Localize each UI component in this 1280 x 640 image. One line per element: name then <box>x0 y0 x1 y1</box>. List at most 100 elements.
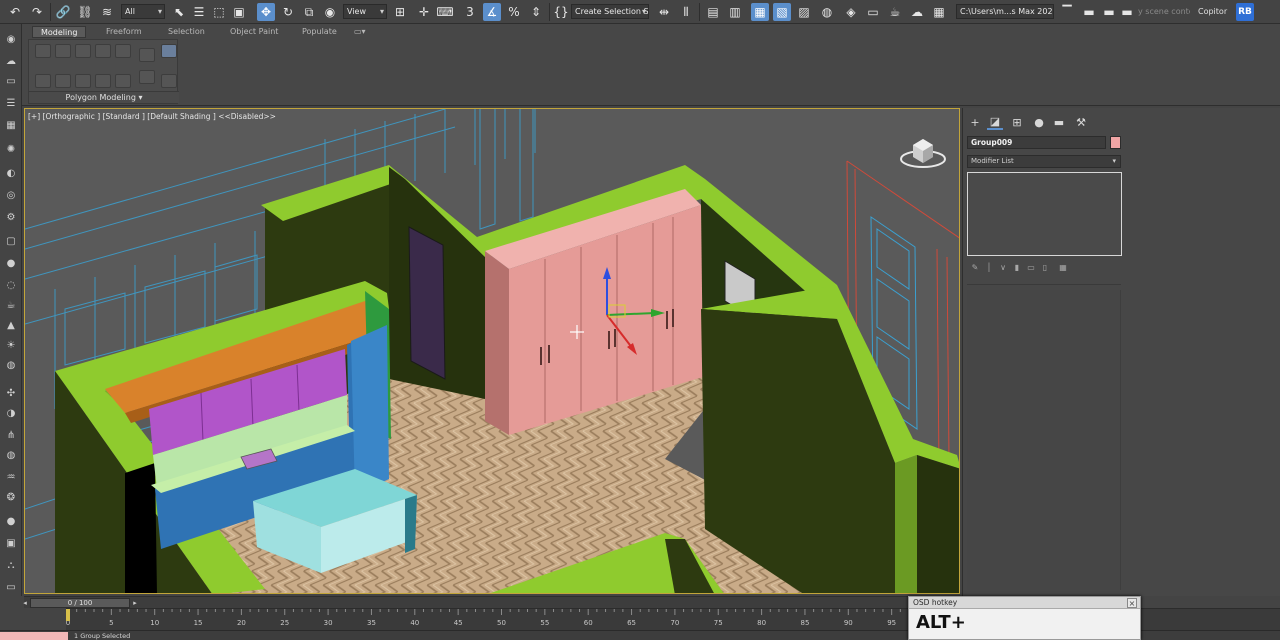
light-icon[interactable]: ✺ <box>3 142 19 156</box>
quickslice-button[interactable] <box>161 74 177 88</box>
wheel-icon[interactable]: ❂ <box>3 490 19 504</box>
workspace-icon-1[interactable]: ▬ <box>1080 3 1098 21</box>
keyboard-shortcut-override-icon[interactable]: ⌨ <box>436 3 454 21</box>
undo-icon[interactable]: ↶ <box>6 3 24 21</box>
ribbon-options-icon[interactable]: ▭▾ <box>346 26 374 38</box>
link-icon[interactable]: 🔗 <box>54 3 72 21</box>
reference-coordinate-dropdown[interactable]: View <box>343 4 387 19</box>
modify-tab-icon[interactable]: ◪ <box>987 114 1003 130</box>
named-selection-sets-dropdown[interactable]: Create Selection Se <box>571 4 649 19</box>
spinner-snap-icon[interactable]: ⇕ <box>527 3 545 21</box>
project-folder-icon[interactable]: ▔ <box>1058 3 1076 21</box>
viewport-label[interactable]: [+] [Orthographic ] [Standard ] [Default… <box>28 112 276 121</box>
orb-icon[interactable]: ● <box>3 514 19 528</box>
rollout-area[interactable] <box>967 290 1121 590</box>
camera-icon[interactable]: ◐ <box>3 166 19 180</box>
slider-prev-icon[interactable]: ◂ <box>20 598 30 608</box>
schematic-view-icon[interactable]: ▨ <box>795 3 813 21</box>
grid-icon[interactable]: ▦ <box>3 118 19 132</box>
remove-modifier-icon[interactable]: ▮ <box>1011 261 1023 273</box>
collapse-stack-button[interactable] <box>95 74 111 88</box>
window-crossing-icon[interactable]: ▣ <box>230 3 248 21</box>
show-end-result-icon[interactable]: │ <box>983 261 995 273</box>
eye-icon[interactable]: ◉ <box>3 32 19 46</box>
user-name[interactable]: Copitor <box>1198 4 1228 19</box>
render-production-icon[interactable]: ☕ <box>886 3 904 21</box>
cloud-icon[interactable]: ☁ <box>3 54 19 68</box>
user-avatar[interactable]: RB <box>1236 3 1254 21</box>
shape-icon[interactable]: ♒ <box>3 470 19 484</box>
next-modifier-button[interactable] <box>55 74 71 88</box>
hierarchy-tab-icon[interactable]: ⊞ <box>1009 114 1025 130</box>
element-button[interactable] <box>139 48 155 62</box>
box-icon[interactable]: ▢ <box>3 234 19 248</box>
toggle-ribbon-icon[interactable]: ▦ <box>751 3 769 21</box>
teapot-icon[interactable]: ☕ <box>3 298 19 312</box>
utilities-tab-icon[interactable]: ⚒ <box>1073 114 1089 130</box>
align-icon[interactable]: ⫴ <box>677 3 695 21</box>
snaps-toggle-icon[interactable]: 3 <box>461 3 479 21</box>
time-slider[interactable]: 0 / 100 <box>30 598 130 608</box>
a360-gallery-icon[interactable]: ▦ <box>930 3 948 21</box>
workspace-icon-2[interactable]: ▬ <box>1100 3 1118 21</box>
select-by-name-icon[interactable]: ☰ <box>190 3 208 21</box>
particle-icon[interactable]: ✣ <box>3 386 19 400</box>
select-and-move-icon[interactable]: ✥ <box>257 3 275 21</box>
render-in-cloud-icon[interactable]: ☁ <box>908 3 926 21</box>
previous-modifier-button[interactable] <box>35 74 51 88</box>
create-tab-icon[interactable]: + <box>967 114 983 130</box>
tab-object-paint[interactable]: Object Paint <box>222 26 286 38</box>
modifier-stack[interactable] <box>967 172 1122 256</box>
rendered-frame-window-icon[interactable]: ▭ <box>864 3 882 21</box>
viewcube-icon[interactable] <box>897 131 949 171</box>
globe-icon[interactable]: ◍ <box>3 448 19 462</box>
select-and-place-icon[interactable]: ◉ <box>321 3 339 21</box>
edge-button[interactable] <box>75 44 91 58</box>
object-name-field[interactable]: Group009 <box>967 136 1106 149</box>
make-unique-icon[interactable]: ∨ <box>997 261 1009 273</box>
mirror-icon[interactable]: ⇹ <box>655 3 673 21</box>
curve-editor-icon[interactable]: ▧ <box>773 3 791 21</box>
select-and-rotate-icon[interactable]: ↻ <box>279 3 297 21</box>
percent-snap-icon[interactable]: % <box>505 3 523 21</box>
toggle-end-result-button[interactable] <box>115 74 131 88</box>
torus-icon[interactable]: ◌ <box>3 278 19 292</box>
vertex-button[interactable] <box>55 44 71 58</box>
bind-spacewarp-icon[interactable]: ≋ <box>98 3 116 21</box>
maxscript-listener-swatch[interactable] <box>0 632 68 640</box>
rectangle-selection-icon[interactable]: ⬚ <box>210 3 228 21</box>
display-tab-icon[interactable]: ▬ <box>1051 114 1067 130</box>
tab-modeling[interactable]: Modeling <box>32 26 87 38</box>
select-and-scale-icon[interactable]: ⧉ <box>300 3 318 21</box>
panel-label[interactable]: Polygon Modeling ▾ <box>29 91 179 103</box>
display-icon[interactable]: ▭ <box>3 74 19 88</box>
tab-selection[interactable]: Selection <box>160 26 213 38</box>
spacewarp-icon[interactable]: ⚙ <box>3 210 19 224</box>
modify-mode-button[interactable] <box>35 44 51 58</box>
frame-icon[interactable]: ▭ <box>3 580 19 594</box>
tab-freeform[interactable]: Freeform <box>98 26 150 38</box>
tube-icon[interactable]: ◍ <box>3 358 19 372</box>
workspace-icon-3[interactable]: ▬ <box>1118 3 1136 21</box>
scene-explorer-icon[interactable]: ▤ <box>704 3 722 21</box>
current-frame-marker[interactable] <box>66 609 70 621</box>
preserve-uvs-button[interactable] <box>75 74 91 88</box>
use-displacement-button[interactable] <box>161 44 177 58</box>
selection-filter-dropdown[interactable]: All <box>121 4 165 19</box>
configure-icon[interactable]: ▦ <box>1057 261 1069 273</box>
slider-next-icon[interactable]: ▸ <box>130 598 140 608</box>
tab-populate[interactable]: Populate <box>294 26 345 38</box>
copy-modifier-icon[interactable]: ▯ <box>1039 261 1051 273</box>
hierarchy-icon[interactable]: ⋔ <box>3 428 19 442</box>
drop-icon[interactable]: ⛬ <box>3 558 19 572</box>
cone-icon[interactable]: ▲ <box>3 318 19 332</box>
pivot-center-icon[interactable]: ⊞ <box>391 3 409 21</box>
object-icon[interactable]: ▣ <box>3 536 19 550</box>
scene-canvas[interactable] <box>25 109 960 594</box>
sphere-icon[interactable]: ● <box>3 256 19 270</box>
close-icon[interactable]: × <box>1127 598 1137 608</box>
select-object-icon[interactable]: ⬉ <box>170 3 188 21</box>
pin-stack-icon[interactable]: ✎ <box>969 261 981 273</box>
repeat-last-button[interactable] <box>139 70 155 84</box>
layer-explorer-icon[interactable]: ▥ <box>726 3 744 21</box>
